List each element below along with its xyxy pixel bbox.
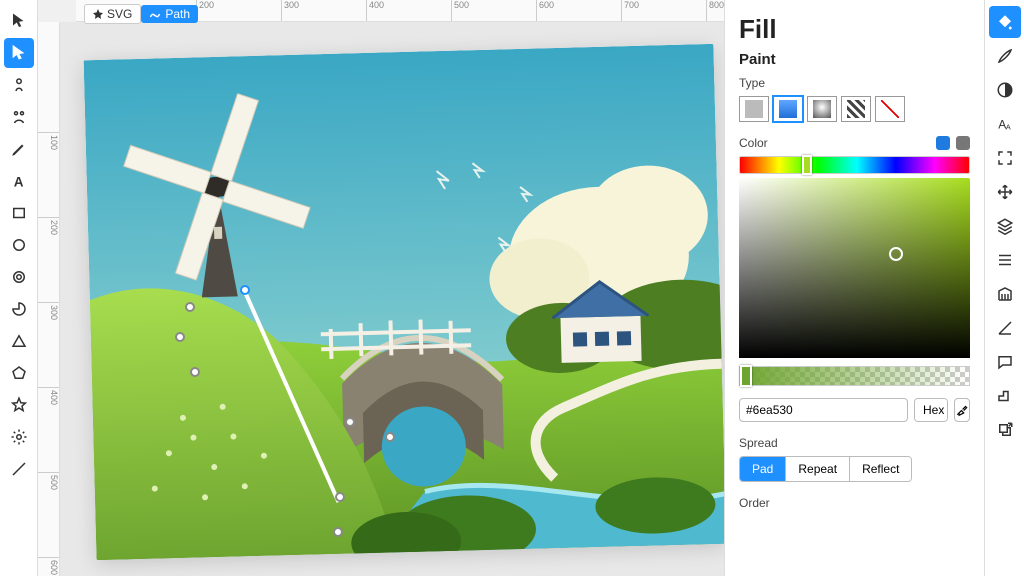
spread-repeat[interactable]: Repeat	[785, 457, 849, 481]
spread-reflect[interactable]: Reflect	[849, 457, 911, 481]
breadcrumb-root[interactable]: SVG	[84, 4, 141, 24]
gradient-stop-1[interactable]	[936, 136, 950, 150]
pie-tool[interactable]	[4, 294, 34, 324]
line-tool[interactable]	[4, 454, 34, 484]
fill-type-pattern[interactable]	[841, 96, 871, 122]
properties-panel: Fill Paint Type Color Hex	[724, 0, 984, 576]
select-tool[interactable]	[4, 6, 34, 36]
ruler-tick: 500	[451, 0, 469, 21]
type-label: Type	[739, 76, 970, 90]
gear-tool[interactable]	[4, 422, 34, 452]
right-toolbar: AA	[984, 0, 1024, 576]
rect-tool[interactable]	[4, 198, 34, 228]
breadcrumb-leaf-label: Path	[165, 7, 190, 21]
color-format-label: Hex	[915, 399, 948, 421]
gradient-stop-2[interactable]	[956, 136, 970, 150]
breadcrumb-root-label: SVG	[107, 7, 132, 21]
order-label: Order	[739, 496, 970, 510]
ruler-tick: 300	[38, 302, 59, 320]
eyedropper-icon	[955, 403, 969, 417]
pentagon-tool[interactable]	[4, 358, 34, 388]
alpha-slider[interactable]	[739, 366, 970, 386]
fill-type-radial[interactable]	[807, 96, 837, 122]
text-style-tool[interactable]: AA	[989, 108, 1021, 140]
chat-tool[interactable]	[989, 346, 1021, 378]
circle-tool[interactable]	[4, 230, 34, 260]
triangle-tool[interactable]	[4, 326, 34, 356]
spread-segmented: Pad Repeat Reflect	[739, 456, 912, 482]
hue-slider[interactable]	[739, 156, 970, 174]
spread-pad[interactable]: Pad	[740, 457, 785, 481]
hue-handle[interactable]	[802, 155, 812, 175]
fill-type-none[interactable]	[875, 96, 905, 122]
ruler-tick: 700	[621, 0, 639, 21]
ruler-tick: 600	[536, 0, 554, 21]
ring-tool[interactable]	[4, 262, 34, 292]
ruler-tick: 200	[196, 0, 214, 21]
sv-cursor[interactable]	[889, 247, 903, 261]
spread-label: Spread	[739, 436, 970, 450]
hex-input[interactable]	[739, 398, 908, 422]
paint-bucket-tool[interactable]	[989, 6, 1021, 38]
fill-type-linear[interactable]	[773, 96, 803, 122]
export-tool[interactable]	[989, 414, 1021, 446]
svg-text:A: A	[13, 174, 23, 189]
breadcrumb-leaf[interactable]: Path	[141, 5, 198, 23]
ruler-tick: 100	[38, 132, 59, 150]
eyedropper-button[interactable]	[954, 398, 970, 422]
step-tool[interactable]	[989, 380, 1021, 412]
ruler-tick: 500	[38, 472, 59, 490]
landscape-illustration	[84, 44, 724, 560]
ruler-tick: 200	[38, 217, 59, 235]
pen-add-tool[interactable]	[4, 70, 34, 100]
contrast-tool[interactable]	[989, 74, 1021, 106]
text-tool[interactable]: A	[4, 166, 34, 196]
breadcrumb: SVG Path	[84, 4, 198, 24]
library-tool[interactable]	[989, 278, 1021, 310]
ruler-tick: 400	[366, 0, 384, 21]
color-format-select[interactable]: Hex ⇅	[914, 398, 948, 422]
svg-text:A: A	[1005, 122, 1010, 131]
pen-remove-tool[interactable]	[4, 102, 34, 132]
align-tool[interactable]	[989, 244, 1021, 276]
color-label: Color	[739, 136, 768, 150]
pencil-tool[interactable]	[4, 134, 34, 164]
panel-title: Fill	[739, 14, 970, 45]
canvas-artwork[interactable]	[84, 44, 724, 560]
geometry-tool[interactable]	[989, 312, 1021, 344]
ruler-vertical: 100 200 300 400 500 600	[38, 22, 60, 576]
fill-type-row	[739, 96, 970, 122]
fullscreen-tool[interactable]	[989, 142, 1021, 174]
move-tool[interactable]	[989, 176, 1021, 208]
path-icon	[149, 8, 161, 20]
left-toolbar: A	[0, 0, 38, 576]
brush-tool[interactable]	[989, 40, 1021, 72]
ruler-tick: 800	[706, 0, 724, 21]
alpha-handle[interactable]	[740, 365, 752, 387]
ruler-tick: 400	[38, 387, 59, 405]
gradient-stops	[936, 136, 970, 150]
layers-tool[interactable]	[989, 210, 1021, 242]
saturation-value-picker[interactable]	[739, 178, 970, 358]
star-tool[interactable]	[4, 390, 34, 420]
canvas-area: 200 300 400 500 600 700 800 100 200 300 …	[38, 0, 724, 576]
ruler-tick: 600	[38, 557, 59, 575]
direct-select-tool[interactable]	[4, 38, 34, 68]
ruler-tick: 300	[281, 0, 299, 21]
section-paint: Paint	[739, 51, 970, 68]
fill-type-solid[interactable]	[739, 96, 769, 122]
svg-icon	[93, 9, 103, 19]
